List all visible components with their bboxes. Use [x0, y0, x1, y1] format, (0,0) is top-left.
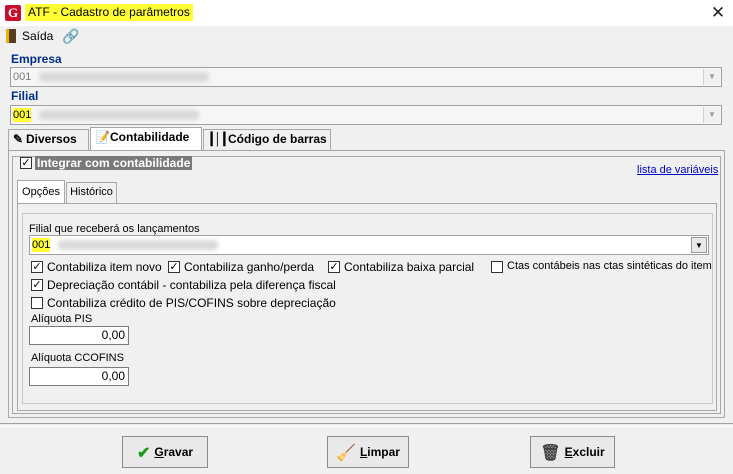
filial-lancamentos-code: 001 — [32, 238, 51, 252]
close-icon[interactable]: ✕ — [707, 2, 729, 24]
app-logo-icon: G — [5, 5, 21, 21]
empresa-select[interactable]: 001 ▼ — [10, 67, 722, 87]
check-ganho-perda-label: Contabiliza ganho/perda — [184, 260, 315, 274]
aliquota-cofins-label: Alíquota CCOFINS — [31, 352, 124, 364]
subtab-opcoes[interactable]: Opções — [17, 180, 65, 204]
check-credito-pis[interactable] — [31, 297, 43, 309]
integrar-label: Integrar com contabilidade — [35, 156, 193, 170]
attach-link-icon[interactable]: 🔗 — [62, 28, 79, 45]
check-baixa-parcial-label: Contabiliza baixa parcial — [344, 260, 475, 274]
checkmark-icon: ✔ — [136, 445, 151, 462]
filial-lancamentos-select[interactable]: 001 ▼ — [29, 235, 709, 255]
aliquota-pis-label: Alíquota PIS — [31, 313, 93, 325]
exit-button[interactable]: Saída — [22, 29, 53, 43]
check-ganho-perda[interactable]: ✓ — [168, 261, 180, 273]
tab-codigo-barras[interactable]: ┃│┃Código de barras — [203, 129, 331, 150]
chevron-down-icon[interactable]: ▼ — [703, 107, 720, 123]
filial-label: Filial — [11, 89, 39, 103]
check-ctas-sinteticas[interactable] — [491, 261, 503, 273]
lista-variaveis-link[interactable]: lista de variáveis — [637, 164, 718, 176]
broom-icon: 🧹 — [336, 445, 356, 462]
check-depreciacao-label: Depreciação contábil - contabiliza pela … — [47, 278, 336, 292]
barcode-icon: ┃│┃ — [208, 132, 228, 146]
filial-code: 001 — [13, 108, 32, 122]
exit-door-icon[interactable] — [6, 29, 16, 43]
chevron-down-icon[interactable]: ▼ — [691, 237, 707, 253]
aliquota-pis-input[interactable]: 0,00 — [29, 326, 129, 345]
tab-diversos[interactable]: ✎ Diversos — [8, 129, 89, 150]
edit-icon: 📝 — [95, 130, 110, 144]
trash-icon: 🗑 — [540, 445, 561, 462]
check-ctas-sinteticas-label: Ctas contábeis nas ctas sintéticas do it… — [507, 260, 712, 272]
gravar-button[interactable]: ✔ Gravar — [122, 436, 208, 468]
check-item-novo[interactable]: ✓ — [31, 261, 43, 273]
limpar-button[interactable]: 🧹 Limpar — [327, 436, 409, 468]
excluir-button[interactable]: 🗑 Excluir — [530, 436, 615, 468]
empresa-code: 001 — [13, 71, 32, 83]
subtab-historico[interactable]: Histórico — [66, 182, 117, 203]
check-item-novo-label: Contabiliza item novo — [47, 260, 162, 274]
check-baixa-parcial[interactable]: ✓ — [328, 261, 340, 273]
toolbar — [0, 26, 733, 48]
check-depreciacao[interactable]: ✓ — [31, 279, 43, 291]
empresa-label: Empresa — [11, 52, 62, 66]
check-credito-pis-label: Contabiliza crédito de PIS/COFINS sobre … — [47, 296, 336, 310]
chevron-down-icon[interactable]: ▼ — [703, 69, 720, 85]
tab-contabilidade[interactable]: 📝Contabilidade — [90, 127, 202, 150]
pencil-icon: ✎ — [13, 132, 24, 146]
aliquota-cofins-input[interactable]: 0,00 — [29, 367, 129, 386]
integrar-checkbox[interactable]: ✓ — [20, 157, 32, 169]
window-title: ATF - Cadastro de parâmetros — [25, 4, 193, 21]
footer-divider — [0, 423, 733, 427]
filial-select[interactable]: 001 ▼ — [10, 105, 722, 125]
filial-lancamentos-label: Filial que receberá os lançamentos — [29, 223, 200, 235]
